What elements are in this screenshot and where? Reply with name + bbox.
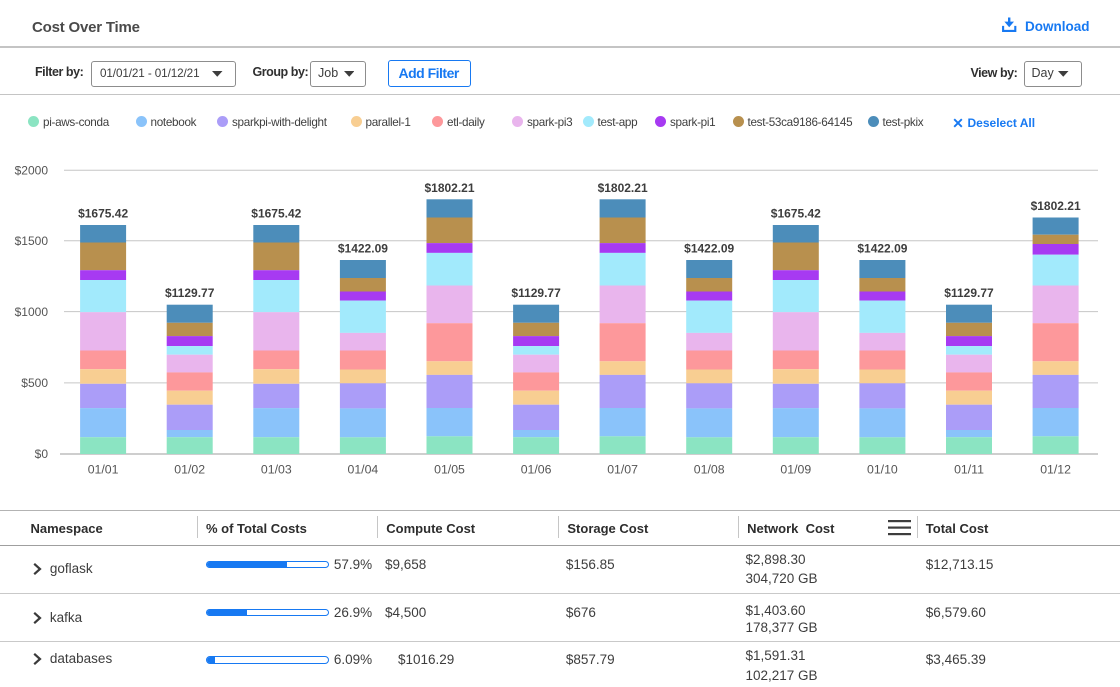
svg-text:01/04: 01/04	[348, 462, 379, 476]
svg-text:$1129.77: $1129.77	[511, 286, 561, 300]
svg-text:$1422.09: $1422.09	[857, 242, 907, 256]
svg-text:$1675.42: $1675.42	[78, 207, 128, 221]
svg-text:$1675.42: $1675.42	[251, 207, 301, 221]
svg-text:01/07: 01/07	[607, 462, 638, 476]
svg-text:$1422.09: $1422.09	[338, 242, 388, 256]
svg-text:$1802.21: $1802.21	[1031, 199, 1081, 213]
svg-text:01/12: 01/12	[1040, 462, 1071, 476]
svg-text:01/08: 01/08	[694, 462, 725, 476]
svg-text:$1802.21: $1802.21	[598, 181, 648, 195]
svg-text:01/03: 01/03	[261, 462, 292, 476]
svg-text:01/01: 01/01	[88, 462, 119, 476]
svg-text:01/06: 01/06	[521, 462, 552, 476]
svg-text:01/09: 01/09	[780, 462, 811, 476]
svg-text:$1000: $1000	[15, 305, 49, 319]
svg-text:$1129.77: $1129.77	[944, 286, 994, 300]
svg-text:$1675.42: $1675.42	[771, 207, 821, 221]
svg-text:01/02: 01/02	[174, 462, 205, 476]
svg-text:$2000: $2000	[15, 164, 49, 178]
svg-text:$500: $500	[21, 376, 48, 390]
svg-text:$1500: $1500	[15, 234, 49, 248]
svg-text:01/05: 01/05	[434, 462, 465, 476]
svg-text:$1802.21: $1802.21	[424, 181, 474, 195]
svg-text:$0: $0	[35, 447, 49, 461]
svg-text:01/10: 01/10	[867, 462, 898, 476]
svg-text:01/11: 01/11	[954, 462, 984, 476]
svg-text:$1129.77: $1129.77	[165, 286, 215, 300]
svg-text:$1422.09: $1422.09	[684, 242, 734, 256]
